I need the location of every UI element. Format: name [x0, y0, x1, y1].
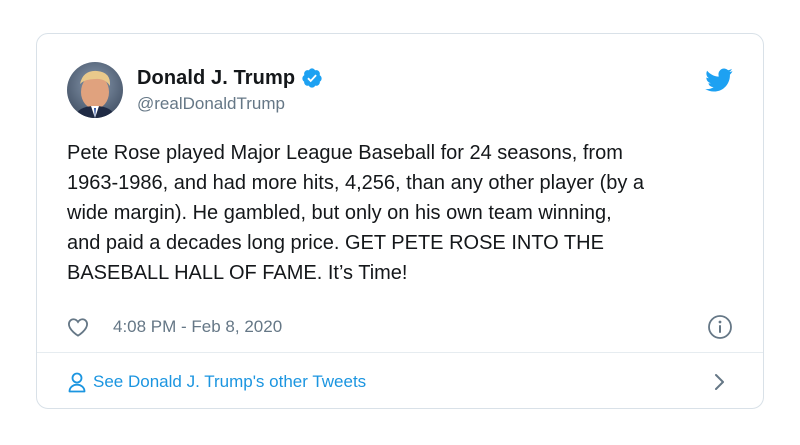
- timestamp[interactable]: 4:08 PM - Feb 8, 2020: [113, 317, 282, 337]
- chevron-right-icon[interactable]: [713, 373, 727, 391]
- tweet-header: Donald J. Trump @realDonaldTrump: [67, 62, 733, 122]
- avatar[interactable]: [67, 62, 123, 118]
- divider: [37, 352, 763, 353]
- other-tweets-label[interactable]: See Donald J. Trump's other Tweets: [93, 372, 366, 392]
- heart-icon[interactable]: [67, 317, 89, 337]
- other-tweets-link[interactable]: See Donald J. Trump's other Tweets: [67, 366, 733, 398]
- tweet-meta: 4:08 PM - Feb 8, 2020: [67, 314, 733, 340]
- verified-badge-icon: [301, 67, 323, 89]
- display-name[interactable]: Donald J. Trump: [137, 67, 295, 90]
- twitter-bird-icon[interactable]: [705, 68, 733, 92]
- handle[interactable]: @realDonaldTrump: [137, 94, 323, 114]
- person-icon: [67, 371, 87, 393]
- tweet-text: Pete Rose played Major League Baseball f…: [67, 142, 645, 284]
- tweet-card: Donald J. Trump @realDonaldTrump Pete Ro…: [36, 33, 764, 409]
- info-icon[interactable]: [707, 314, 733, 340]
